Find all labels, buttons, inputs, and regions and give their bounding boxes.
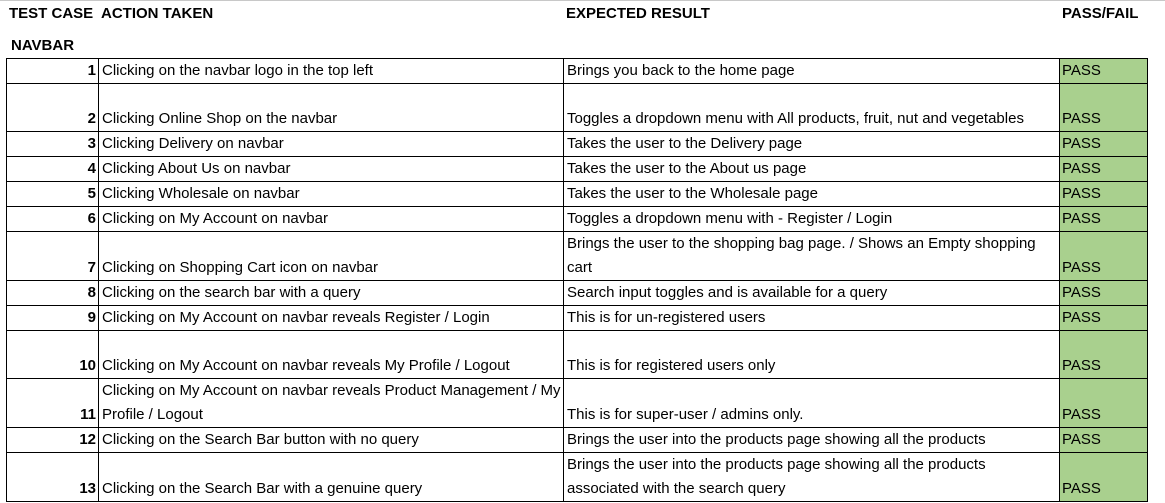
- expected-cell[interactable]: Brings the user to the shopping bag page…: [563, 231, 1060, 281]
- expected-cell[interactable]: Toggles a dropdown menu with All product…: [563, 83, 1060, 132]
- section-title: NAVBAR: [11, 37, 75, 54]
- expected-cell[interactable]: This is for super-user / admins only.: [563, 378, 1060, 428]
- expected-cell[interactable]: Brings you back to the home page: [563, 58, 1060, 84]
- test-case-number[interactable]: 1: [6, 58, 99, 84]
- result-cell[interactable]: PASS: [1059, 58, 1148, 84]
- expected-cell[interactable]: Takes the user to the About us page: [563, 156, 1060, 182]
- result-cell[interactable]: PASS: [1059, 305, 1148, 331]
- result-cell[interactable]: PASS: [1059, 131, 1148, 157]
- table-row: 6 Clicking on My Account on navbar Toggl…: [6, 206, 1148, 232]
- action-cell[interactable]: Clicking on My Account on navbar reveals…: [98, 330, 564, 379]
- test-case-number[interactable]: 6: [6, 206, 99, 232]
- table-row: 10 Clicking on My Account on navbar reve…: [6, 330, 1148, 379]
- action-cell[interactable]: Clicking Delivery on navbar: [98, 131, 564, 157]
- expected-cell[interactable]: Brings the user into the products page s…: [563, 452, 1060, 502]
- sheet-top-border: [0, 0, 1165, 1]
- result-cell[interactable]: PASS: [1059, 378, 1148, 428]
- expected-cell[interactable]: Toggles a dropdown menu with - Register …: [563, 206, 1060, 232]
- expected-cell[interactable]: This is for registered users only: [563, 330, 1060, 379]
- action-cell[interactable]: Clicking Wholesale on navbar: [98, 181, 564, 207]
- table-row: 1 Clicking on the navbar logo in the top…: [6, 58, 1148, 84]
- action-cell[interactable]: Clicking on the Search Bar with a genuin…: [98, 452, 564, 502]
- test-case-number[interactable]: 3: [6, 131, 99, 157]
- test-case-number[interactable]: 9: [6, 305, 99, 331]
- expected-cell[interactable]: Takes the user to the Wholesale page: [563, 181, 1060, 207]
- test-case-number[interactable]: 8: [6, 280, 99, 306]
- expected-cell[interactable]: Search input toggles and is available fo…: [563, 280, 1060, 306]
- test-case-number[interactable]: 11: [6, 378, 99, 428]
- expected-cell[interactable]: Takes the user to the Delivery page: [563, 131, 1060, 157]
- action-cell[interactable]: Clicking on My Account on navbar reveals…: [98, 305, 564, 331]
- result-cell[interactable]: PASS: [1059, 231, 1148, 281]
- table-row: 9 Clicking on My Account on navbar revea…: [6, 305, 1148, 331]
- test-case-number[interactable]: 13: [6, 452, 99, 502]
- table-row: 3 Clicking Delivery on navbar Takes the …: [6, 131, 1148, 157]
- action-cell[interactable]: Clicking Online Shop on the navbar: [98, 83, 564, 132]
- table-row: 12 Clicking on the Search Bar button wit…: [6, 427, 1148, 453]
- header-pass-fail: PASS/FAIL: [1062, 5, 1139, 22]
- table-row: 8 Clicking on the search bar with a quer…: [6, 280, 1148, 306]
- action-cell[interactable]: Clicking About Us on navbar: [98, 156, 564, 182]
- header-expected-result: EXPECTED RESULT: [566, 5, 710, 22]
- expected-cell[interactable]: Brings the user into the products page s…: [563, 427, 1060, 453]
- result-cell[interactable]: PASS: [1059, 427, 1148, 453]
- action-cell[interactable]: Clicking on Shopping Cart icon on navbar: [98, 231, 564, 281]
- action-cell[interactable]: Clicking on the search bar with a query: [98, 280, 564, 306]
- table-row: 2 Clicking Online Shop on the navbar Tog…: [6, 83, 1148, 132]
- table-row: 11 Clicking on My Account on navbar reve…: [6, 378, 1148, 428]
- result-cell[interactable]: PASS: [1059, 206, 1148, 232]
- header-action-taken: ACTION TAKEN: [101, 5, 214, 22]
- result-cell[interactable]: PASS: [1059, 330, 1148, 379]
- result-cell[interactable]: PASS: [1059, 181, 1148, 207]
- expected-cell[interactable]: This is for un-registered users: [563, 305, 1060, 331]
- test-case-number[interactable]: 4: [6, 156, 99, 182]
- test-case-table: 1 Clicking on the navbar logo in the top…: [6, 58, 1148, 502]
- result-cell[interactable]: PASS: [1059, 452, 1148, 502]
- table-row: 13 Clicking on the Search Bar with a gen…: [6, 452, 1148, 502]
- table-row: 7 Clicking on Shopping Cart icon on navb…: [6, 231, 1148, 281]
- table-row: 4 Clicking About Us on navbar Takes the …: [6, 156, 1148, 182]
- test-case-number[interactable]: 2: [6, 83, 99, 132]
- test-case-number[interactable]: 12: [6, 427, 99, 453]
- action-cell[interactable]: Clicking on the navbar logo in the top l…: [98, 58, 564, 84]
- action-cell[interactable]: Clicking on My Account on navbar: [98, 206, 564, 232]
- result-cell[interactable]: PASS: [1059, 156, 1148, 182]
- test-case-number[interactable]: 7: [6, 231, 99, 281]
- header-test-case: TEST CASE: [9, 5, 94, 22]
- test-case-number[interactable]: 10: [6, 330, 99, 379]
- test-case-number[interactable]: 5: [6, 181, 99, 207]
- table-row: 5 Clicking Wholesale on navbar Takes the…: [6, 181, 1148, 207]
- action-cell[interactable]: Clicking on My Account on navbar reveals…: [98, 378, 564, 428]
- result-cell[interactable]: PASS: [1059, 83, 1148, 132]
- action-cell[interactable]: Clicking on the Search Bar button with n…: [98, 427, 564, 453]
- result-cell[interactable]: PASS: [1059, 280, 1148, 306]
